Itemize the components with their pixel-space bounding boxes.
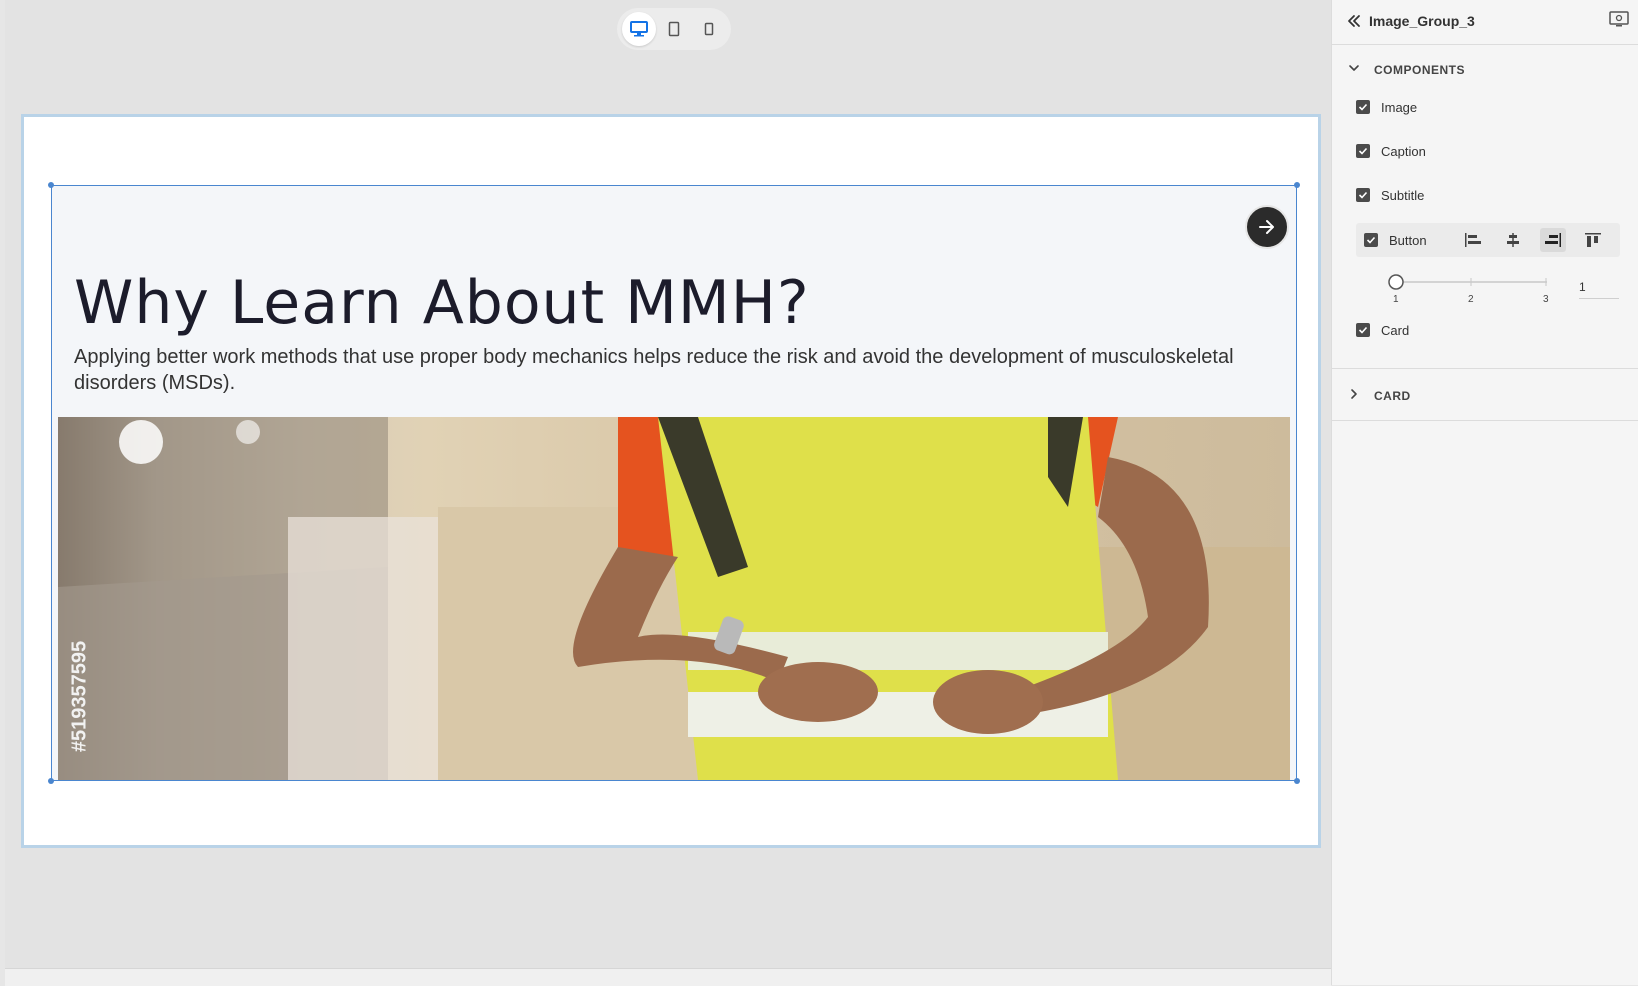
component-subtitle-row[interactable]: Subtitle (1356, 179, 1424, 211)
button-toggle[interactable]: Button (1364, 224, 1427, 256)
image-group[interactable]: Why Learn About MMH? Applying better wor… (48, 182, 1300, 784)
subtitle-text: Applying better work methods that use pr… (74, 346, 1234, 394)
card-label: Card (1381, 322, 1410, 338)
arrow-right-icon (1259, 220, 1274, 234)
slider-tick-2: 2 (1468, 294, 1474, 305)
button-checkbox[interactable] (1364, 233, 1378, 247)
checkmark-icon (1366, 236, 1376, 244)
desktop-icon (629, 21, 648, 37)
align-center-button[interactable] (1500, 228, 1526, 252)
next-arrow-button[interactable] (1245, 205, 1289, 249)
chevron-right-icon (1351, 389, 1357, 399)
stock-id-label: #519357595 (68, 640, 91, 753)
panel-title: Image_Group_3 (1369, 13, 1475, 29)
align-left-icon (1465, 233, 1481, 247)
align-right-button[interactable] (1540, 228, 1566, 252)
slider-tick-3: 3 (1543, 294, 1549, 305)
hero-image[interactable]: #519357595 (58, 417, 1290, 780)
align-top-button[interactable] (1580, 228, 1606, 252)
align-left-button[interactable] (1460, 228, 1486, 252)
resize-handle-top-left[interactable] (48, 182, 54, 188)
tablet-icon (668, 21, 680, 37)
preview-icon (1609, 11, 1629, 27)
caption-checkbox[interactable] (1356, 144, 1370, 158)
panel-header: Image_Group_3 (1332, 0, 1638, 45)
components-section-label: COMPONENTS (1374, 63, 1466, 77)
image-label: Image (1381, 99, 1418, 115)
image-checkbox[interactable] (1356, 100, 1370, 114)
checkmark-icon (1358, 103, 1368, 111)
worker-back-pain-illustration (58, 417, 1290, 780)
mobile-view-button[interactable] (692, 12, 726, 46)
canvas-area[interactable]: Why Learn About MMH? Applying better wor… (5, 0, 1331, 968)
desktop-view-button[interactable] (621, 12, 656, 46)
checkmark-icon (1358, 147, 1368, 155)
component-button-row[interactable]: Button (1356, 223, 1620, 257)
chevron-down-icon (1349, 65, 1359, 71)
bottom-scrollbar[interactable] (5, 968, 1331, 986)
device-toggle (617, 8, 731, 50)
align-top-icon (1585, 233, 1601, 247)
resize-handle-bottom-left[interactable] (48, 778, 54, 784)
checkmark-icon (1358, 191, 1368, 199)
component-image-row[interactable]: Image (1356, 91, 1417, 123)
button-label: Button (1389, 232, 1427, 248)
tablet-view-button[interactable] (657, 12, 691, 46)
subtitle-label: Subtitle (1381, 187, 1425, 203)
components-section-header[interactable]: COMPONENTS (1332, 45, 1638, 91)
checkmark-icon (1358, 326, 1368, 334)
preview-button[interactable] (1609, 11, 1629, 34)
align-right-icon (1545, 233, 1561, 247)
slider-tick-1: 1 (1393, 294, 1399, 305)
subtitle-checkbox[interactable] (1356, 188, 1370, 202)
component-caption-row[interactable]: Caption (1356, 135, 1426, 167)
double-chevron-left-icon (1348, 15, 1360, 27)
resize-handle-bottom-right[interactable] (1294, 778, 1300, 784)
resize-handle-top-right[interactable] (1294, 182, 1300, 188)
mobile-icon (705, 22, 714, 36)
card-section-header[interactable]: CARD (1332, 371, 1638, 417)
caption-heading: Why Learn About MMH? (74, 268, 810, 338)
section-divider (1332, 420, 1638, 421)
button-count-slider[interactable]: 1 2 3 (1387, 272, 1557, 308)
component-card-row[interactable]: Card (1356, 314, 1409, 346)
collapse-panel-button[interactable] (1346, 13, 1362, 34)
properties-panel: Image_Group_3 COMPONENTS Image Caption S… (1331, 0, 1638, 985)
section-divider (1332, 368, 1638, 369)
caption-label: Caption (1381, 143, 1426, 159)
align-center-icon (1507, 233, 1519, 247)
slider-value-field[interactable]: 1 (1579, 276, 1619, 299)
card-section-label: CARD (1374, 389, 1411, 403)
card-checkbox[interactable] (1356, 323, 1370, 337)
